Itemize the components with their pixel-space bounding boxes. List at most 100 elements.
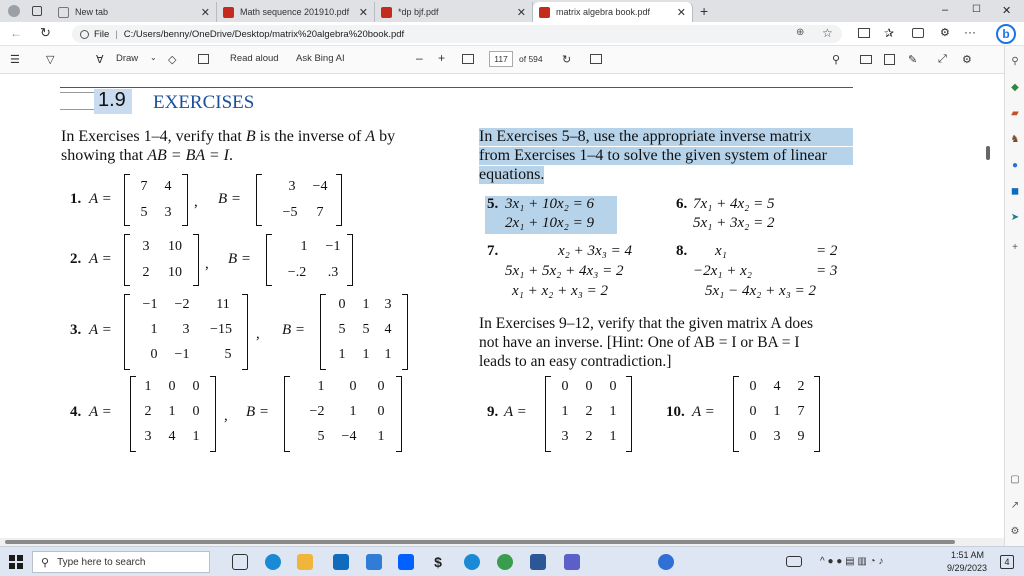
- ask-bing-button[interactable]: Ask Bing AI: [296, 53, 345, 64]
- read-aloud-button[interactable]: Read aloud: [230, 53, 279, 64]
- mail-icon[interactable]: [333, 554, 349, 570]
- save-as-icon[interactable]: ✎: [908, 53, 917, 66]
- search-placeholder: Type here to search: [57, 556, 146, 568]
- print-icon[interactable]: [860, 55, 872, 64]
- vertical-scrollbar-thumb[interactable]: [986, 146, 990, 160]
- send-icon[interactable]: ➤: [1009, 212, 1021, 224]
- tab-math-sequence[interactable]: Math sequence 201910.pdf ✕: [217, 2, 375, 22]
- matrix-entry: 1: [168, 404, 176, 419]
- close-window-button[interactable]: ✕: [1002, 4, 1011, 17]
- keyboard-icon[interactable]: [786, 556, 802, 567]
- fit-page-icon[interactable]: [462, 54, 474, 64]
- dollar-app-icon[interactable]: $: [430, 554, 446, 570]
- add-icon[interactable]: +: [1009, 242, 1021, 254]
- panel-icon[interactable]: ▢: [1009, 474, 1021, 486]
- url-field[interactable]: File | C:/Users/benny/OneDrive/Desktop/m…: [72, 25, 842, 43]
- matrix-ex3-a: −1 −2 11 1 3 −15 0 −1 5: [130, 294, 248, 370]
- back-icon[interactable]: ←: [10, 26, 22, 40]
- tab-new-tab[interactable]: New tab ✕: [52, 2, 217, 22]
- matrix-entry: 2: [585, 404, 593, 419]
- text-icon[interactable]: [198, 54, 209, 64]
- search-icon[interactable]: ⚲: [1009, 56, 1021, 68]
- page-view-icon[interactable]: [590, 54, 602, 64]
- matrix-ex4-b: 1 0 0 −2 1 0 5 −4 1: [290, 376, 400, 452]
- matrix-entry: −1: [142, 297, 158, 312]
- search-icon[interactable]: ⚲: [832, 53, 840, 66]
- close-icon[interactable]: ✕: [201, 6, 210, 19]
- text: is the inverse of: [255, 128, 366, 145]
- matrix-entry: 3: [182, 322, 190, 337]
- minimize-button[interactable]: –: [942, 4, 948, 16]
- close-icon[interactable]: ✕: [517, 6, 526, 19]
- contents-icon[interactable]: ☰: [10, 53, 20, 66]
- horizontal-scrollbar-thumb[interactable]: [5, 540, 955, 544]
- contra-line1: In Exercises 9–12, verify that the given…: [479, 315, 814, 332]
- draw-icon[interactable]: ∀: [96, 53, 104, 66]
- maximize-button[interactable]: ☐: [972, 4, 981, 15]
- circle-app-icon[interactable]: ●: [1009, 160, 1021, 172]
- matrix-ex9-a: 0 0 0 1 2 1 3 2 1: [551, 376, 631, 452]
- task-view-icon[interactable]: [232, 554, 248, 570]
- system-tray-icons[interactable]: ^ ● ● ▤ ▥ ◔ ♪: [820, 556, 883, 567]
- windows-start-icon[interactable]: [9, 555, 23, 569]
- briefcase-icon[interactable]: ▰: [1009, 108, 1021, 120]
- help-icon[interactable]: [658, 554, 674, 570]
- eraser-icon[interactable]: ◇: [168, 53, 176, 66]
- comma: ,: [256, 326, 260, 342]
- bracket: [182, 174, 188, 226]
- edge-icon[interactable]: [265, 554, 281, 570]
- address-bar: ← ↻ File | C:/Users/benny/OneDrive/Deskt…: [0, 22, 1024, 46]
- bing-icon[interactable]: b: [996, 24, 1016, 44]
- clock-time[interactable]: 1:51 AM: [951, 550, 984, 560]
- workspaces-icon[interactable]: [32, 6, 42, 16]
- zoom-in-button[interactable]: +: [438, 51, 445, 65]
- favorites-icon[interactable]: ✰: [884, 26, 894, 40]
- text: .: [228, 147, 233, 164]
- favorite-star-icon[interactable]: ☆: [822, 26, 833, 40]
- dropbox-icon[interactable]: [398, 554, 414, 570]
- taskbar-search-box[interactable]: ⚲ Type here to search: [32, 551, 210, 573]
- tab-matrix-algebra[interactable]: matrix algebra book.pdf ✕: [533, 2, 693, 22]
- outlook-icon[interactable]: ◼: [1009, 186, 1021, 198]
- tag-icon[interactable]: ◆: [1009, 82, 1021, 94]
- matrix-entry: 1: [300, 239, 308, 254]
- save-icon[interactable]: [884, 54, 895, 65]
- horizontal-scrollbar[interactable]: [0, 538, 1004, 546]
- page-total: of 594: [519, 54, 543, 64]
- extensions-icon[interactable]: ⚙: [940, 26, 950, 39]
- zoom-out-button[interactable]: –: [416, 51, 423, 65]
- split-screen-icon[interactable]: [858, 28, 870, 38]
- new-tab-button[interactable]: +: [700, 3, 708, 19]
- media-player-icon[interactable]: [464, 554, 480, 570]
- matrix-ex3-b: 0 1 3 5 5 4 1 1 1: [326, 294, 406, 370]
- chevron-down-icon[interactable]: ⌄: [150, 53, 157, 62]
- settings-icon[interactable]: ⚙: [1009, 526, 1021, 538]
- rotate-icon[interactable]: ↻: [562, 53, 571, 66]
- draw-button[interactable]: Draw: [116, 53, 138, 64]
- clock-date[interactable]: 9/29/2023: [947, 563, 987, 573]
- tab-dp-bjf[interactable]: *dp bjf.pdf ✕: [375, 2, 533, 22]
- matrix-entry: 1: [362, 297, 370, 312]
- more-menu-icon[interactable]: ···: [964, 25, 976, 39]
- chrome-icon[interactable]: [497, 554, 513, 570]
- store-icon[interactable]: [366, 554, 382, 570]
- ex7-equation-2: 5x₁ + 5x₂ + 4x₃ = 2: [505, 263, 624, 279]
- external-link-icon[interactable]: ↗: [1009, 500, 1021, 512]
- matrix-entry: 4: [384, 322, 392, 337]
- settings-icon[interactable]: ⚙: [962, 53, 972, 66]
- teams-icon[interactable]: [564, 554, 580, 570]
- highlight-icon[interactable]: ▽: [46, 53, 54, 66]
- close-icon[interactable]: ✕: [359, 6, 368, 19]
- word-icon[interactable]: [530, 554, 546, 570]
- chess-icon[interactable]: ♞: [1009, 134, 1021, 146]
- zoom-icon[interactable]: ⊕: [796, 27, 804, 38]
- page-number-field[interactable]: 117: [489, 51, 513, 67]
- collections-icon[interactable]: [912, 28, 924, 38]
- close-icon[interactable]: ✕: [677, 6, 686, 19]
- matrix-entry: 4: [773, 379, 781, 394]
- notification-badge[interactable]: 4: [1000, 555, 1014, 569]
- profile-icon[interactable]: [8, 5, 20, 17]
- refresh-icon[interactable]: ↻: [40, 25, 51, 41]
- file-explorer-icon[interactable]: [297, 554, 313, 570]
- expand-icon[interactable]: ⤢: [938, 53, 947, 66]
